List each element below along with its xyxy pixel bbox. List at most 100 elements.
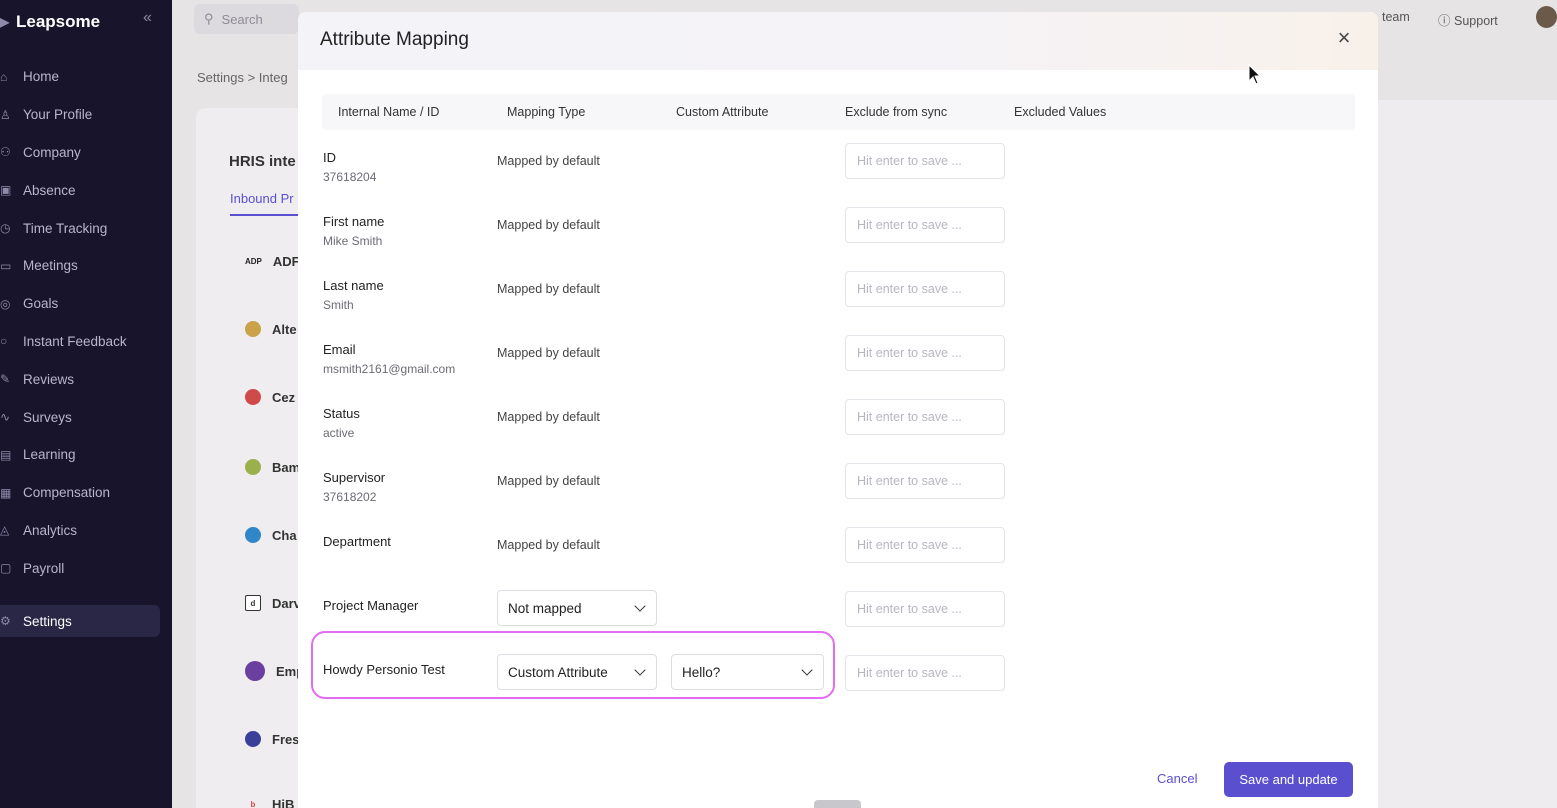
mapping-type-select[interactable]: Not mapped (497, 590, 657, 626)
sidebar: ▶ Leapsome « ⌂ Home ♙ Your Profile ⚇ Compan… (0, 0, 172, 808)
sidebar-item-home[interactable]: ⌂ Home (0, 58, 172, 96)
attribute-value: 37618204 (323, 170, 377, 184)
cancel-button[interactable]: Cancel (1157, 771, 1197, 786)
provider-item[interactable]: Bam (245, 459, 300, 475)
provider-item[interactable]: Fres (245, 731, 299, 747)
sidebar-item-analytics[interactable]: ◬ Analytics (0, 512, 172, 550)
breadcrumb: Settings > Integ (197, 70, 288, 85)
mapping-type: Mapped by default (497, 282, 600, 296)
scrollbar-handle[interactable] (814, 800, 861, 808)
avatar[interactable] (1536, 6, 1557, 28)
pencil-icon: ✎ (0, 372, 11, 387)
exclude-from-sync-input[interactable] (845, 399, 1005, 435)
provider-logo-icon (245, 527, 261, 543)
chevron-down-icon (634, 600, 646, 612)
attribute-name: Last name (323, 278, 384, 293)
pulse-icon: ∿ (0, 410, 11, 425)
attribute-name: Status (323, 406, 360, 421)
attribute-name: Department (323, 534, 391, 549)
sidebar-item-compensation[interactable]: ▦ Compensation (0, 474, 172, 512)
close-icon[interactable]: × (1334, 27, 1354, 49)
chat-icon: ○ (0, 334, 8, 349)
coins-icon: ▦ (0, 485, 12, 500)
table-row: Department Mapped by default (298, 526, 1378, 590)
target-icon: ◎ (0, 296, 11, 311)
exclude-from-sync-input[interactable] (845, 207, 1005, 243)
search-icon: ⚲ (204, 11, 214, 26)
attribute-value: Smith (323, 298, 354, 312)
table-row: Last name Smith Mapped by default (298, 270, 1378, 334)
sidebar-item-meetings[interactable]: ▭ Meetings (0, 247, 172, 285)
mapping-type: Mapped by default (497, 154, 600, 168)
table-row: Status active Mapped by default (298, 398, 1378, 462)
attribute-name: Project Manager (323, 598, 419, 613)
user-icon: ♙ (0, 107, 11, 122)
app-name: Leapsome (16, 12, 101, 31)
search-input[interactable]: ⚲ Search (194, 4, 299, 34)
people-icon: ⚇ (0, 145, 11, 160)
provider-item[interactable]: Cha (245, 527, 297, 543)
exclude-from-sync-input[interactable] (845, 591, 1005, 627)
calendar-icon: ▭ (0, 258, 12, 273)
book-icon: ▤ (0, 447, 12, 462)
provider-item[interactable]: Emp (245, 661, 304, 681)
sidebar-item-absence[interactable]: ▣ Absence (0, 171, 172, 209)
exclude-from-sync-input[interactable] (845, 463, 1005, 499)
table-row: Email msmith2161@gmail.com Mapped by def… (298, 334, 1378, 398)
table-header: Internal Name / ID Mapping Type Custom A… (322, 94, 1355, 130)
table-row: First name Mike Smith Mapped by default (298, 206, 1378, 270)
sidebar-item-payroll[interactable]: ▢ Payroll (0, 549, 172, 587)
provider-item[interactable]: Cez (245, 389, 295, 405)
sidebar-item-learning[interactable]: ▤ Learning (0, 436, 172, 474)
home-icon: ⌂ (0, 69, 8, 84)
calendar-x-icon: ▣ (0, 183, 12, 198)
mouse-cursor-icon (1248, 64, 1262, 85)
app-logo[interactable]: ▶ Leapsome (0, 10, 100, 34)
sidebar-item-reviews[interactable]: ✎ Reviews (0, 360, 172, 398)
exclude-from-sync-input[interactable] (845, 655, 1005, 691)
sidebar-item-your-profile[interactable]: ♙ Your Profile (0, 96, 172, 134)
help-icon: ⓘ (1438, 14, 1451, 28)
team-link[interactable]: team (1382, 10, 1410, 24)
column-header: Internal Name / ID (338, 105, 440, 119)
collapse-sidebar-icon[interactable]: « (143, 9, 152, 27)
exclude-from-sync-input[interactable] (845, 335, 1005, 371)
attribute-value: 37618202 (323, 490, 377, 504)
sidebar-item-goals[interactable]: ◎ Goals (0, 285, 172, 323)
support-link[interactable]: ⓘ Support (1438, 10, 1498, 29)
sidebar-item-settings[interactable]: ⚙ Settings (0, 605, 160, 637)
exclude-from-sync-input[interactable] (845, 271, 1005, 307)
attribute-value: msmith2161@gmail.com (323, 362, 456, 376)
attribute-name: ID (323, 150, 336, 165)
money-icon: ▢ (0, 561, 12, 576)
provider-logo-icon: b (250, 799, 256, 808)
sidebar-item-company[interactable]: ⚇ Company (0, 134, 172, 172)
attribute-name: Supervisor (323, 470, 386, 485)
gear-icon: ⚙ (0, 614, 11, 628)
section-title: HRIS inte (229, 153, 296, 170)
mapping-type: Mapped by default (497, 346, 600, 360)
attribute-mapping-modal: Attribute Mapping × Internal Name / ID M… (298, 12, 1378, 808)
background-panel (1378, 100, 1557, 808)
provider-item[interactable]: ADP ADF (245, 253, 300, 269)
attribute-value: active (323, 426, 355, 440)
provider-item[interactable]: Alte (245, 321, 297, 337)
modal-header: Attribute Mapping × (298, 12, 1378, 70)
provider-logo-icon: d (245, 595, 261, 611)
save-and-update-button[interactable]: Save and update (1224, 762, 1353, 797)
column-header: Custom Attribute (676, 105, 769, 119)
sidebar-item-surveys[interactable]: ∿ Surveys (0, 398, 172, 436)
provider-item[interactable]: b HiB (245, 796, 295, 808)
sidebar-item-instant-feedback[interactable]: ○ Instant Feedback (0, 323, 172, 361)
column-header: Excluded Values (1014, 105, 1107, 119)
provider-logo-icon (245, 389, 261, 405)
provider-item[interactable]: d Darv (245, 595, 301, 611)
mapping-type: Mapped by default (497, 218, 600, 232)
tab-inbound[interactable]: Inbound Pr (230, 191, 300, 216)
mapping-type: Mapped by default (497, 410, 600, 424)
column-header: Exclude from sync (845, 105, 948, 119)
highlight-annotation (311, 631, 835, 699)
exclude-from-sync-input[interactable] (845, 143, 1005, 179)
sidebar-item-time-tracking[interactable]: ◷ Time Tracking (0, 209, 172, 247)
exclude-from-sync-input[interactable] (845, 527, 1005, 563)
